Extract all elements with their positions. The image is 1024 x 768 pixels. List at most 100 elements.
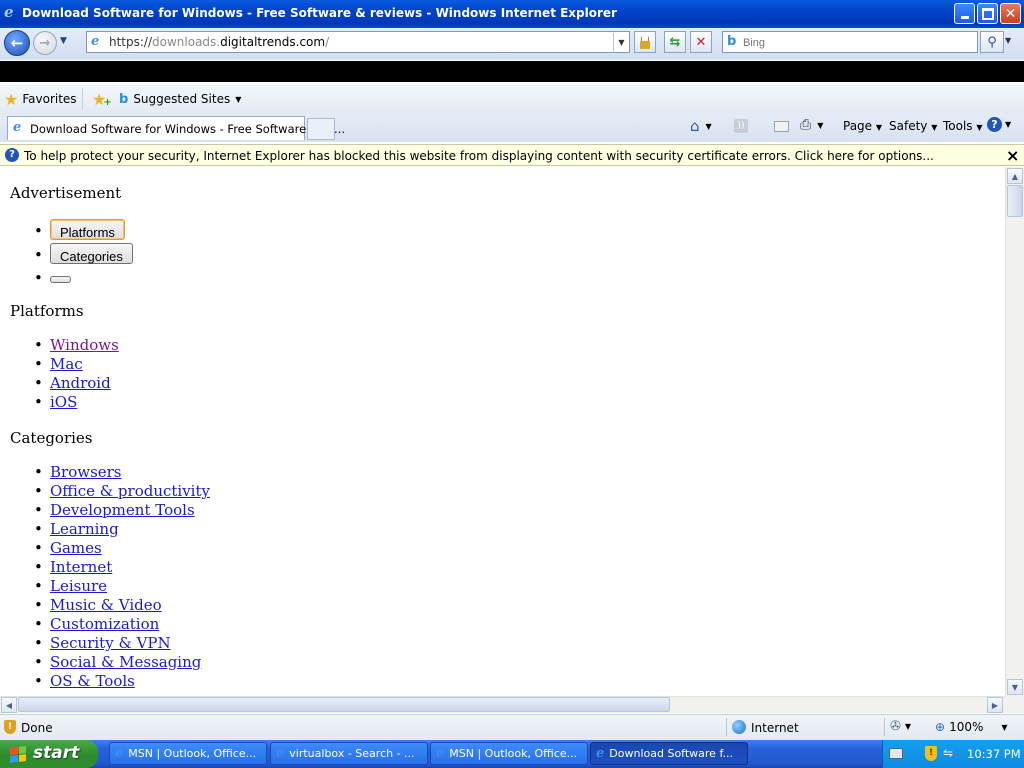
- address-dropdown-button[interactable]: ▼: [613, 33, 629, 51]
- suggested-sites-button[interactable]: b Suggested Sites ▼: [119, 89, 241, 109]
- lock-icon: [640, 41, 650, 49]
- status-bar: ! Done Internet ✇ ▼ ⊕ 100% ▼: [0, 714, 1024, 740]
- chevron-down-icon: ▼: [60, 36, 67, 46]
- close-window-button[interactable]: ✕: [1000, 3, 1021, 24]
- tab-page-icon: e: [13, 120, 22, 135]
- taskbar-item[interactable]: e virtualbox - Search - ...: [270, 742, 428, 765]
- network-icon[interactable]: ⇋: [943, 746, 953, 760]
- category-link-social-messaging[interactable]: Social & Messaging: [50, 653, 201, 671]
- help-button[interactable]: ? ▼: [987, 117, 1011, 132]
- start-button[interactable]: start: [0, 740, 98, 768]
- add-to-favorites-button[interactable]: ★ +: [92, 89, 112, 109]
- category-link-customization[interactable]: Customization: [50, 615, 159, 633]
- empty-button[interactable]: [50, 275, 71, 283]
- vertical-scrollbar[interactable]: ▲ ▼: [1005, 167, 1024, 696]
- category-link-office[interactable]: Office & productivity: [50, 482, 210, 500]
- list-item: Development Tools: [10, 501, 210, 520]
- category-link-security-vpn[interactable]: Security & VPN: [50, 634, 171, 652]
- list-item: Office & productivity: [10, 482, 210, 501]
- safety-menu[interactable]: Safety ▼: [889, 119, 937, 133]
- taskbar-item[interactable]: e MSN | Outlook, Office...: [430, 742, 588, 765]
- restore-button[interactable]: [977, 3, 998, 24]
- favorites-bar: ★ Favorites ★ + b Suggested Sites ▼: [0, 84, 1024, 114]
- search-options-dropdown[interactable]: ▼: [1005, 36, 1019, 48]
- scroll-left-button[interactable]: ◀: [1, 697, 17, 713]
- new-tab-button[interactable]: [307, 118, 335, 140]
- title-bar[interactable]: e Download Software for Windows - Free S…: [0, 0, 1024, 28]
- horizontal-scroll-thumb[interactable]: [18, 697, 670, 712]
- refresh-button[interactable]: ⇆: [664, 31, 686, 53]
- platform-link-android[interactable]: Android: [50, 374, 111, 392]
- chevron-down-icon: ▼: [976, 123, 983, 132]
- chevron-down-icon: ▼: [904, 722, 912, 731]
- search-box[interactable]: b: [722, 31, 978, 53]
- platforms-button[interactable]: Platforms: [50, 219, 125, 240]
- category-link-os-tools[interactable]: OS & Tools: [50, 672, 135, 690]
- print-button[interactable]: ⎙ ▼: [800, 117, 823, 133]
- scroll-right-button[interactable]: ▶: [987, 697, 1003, 713]
- windows-logo-icon: [10, 746, 26, 763]
- status-divider: [884, 718, 885, 736]
- list-item: Mac: [10, 355, 119, 374]
- page-menu[interactable]: Page ▼: [843, 119, 882, 133]
- favorites-button[interactable]: ★ Favorites: [4, 89, 77, 109]
- horizontal-scrollbar[interactable]: ◀ ▶: [0, 696, 1005, 713]
- feeds-button[interactable]: )): [734, 119, 748, 133]
- scroll-up-button[interactable]: ▲: [1007, 168, 1023, 184]
- vertical-scroll-thumb[interactable]: [1007, 185, 1023, 217]
- back-arrow-icon: ←: [10, 34, 24, 52]
- categories-button[interactable]: Categories: [50, 243, 133, 264]
- search-button[interactable]: ⚲: [980, 31, 1004, 53]
- home-button[interactable]: ⌂ ▼: [690, 117, 712, 135]
- back-button[interactable]: ←: [4, 30, 30, 56]
- url-protocol: https://: [109, 35, 153, 49]
- address-bar[interactable]: e https://downloads.digitaltrends.com/ ▼: [86, 31, 630, 53]
- certificate-error-button[interactable]: [634, 31, 656, 53]
- security-info-bar[interactable]: ? To help protect your security, Interne…: [0, 144, 1024, 166]
- stop-button[interactable]: ✕: [690, 31, 712, 53]
- clock[interactable]: 10:37 PM: [967, 747, 1021, 761]
- zoom-button[interactable]: ⊕ 100% ▼: [935, 720, 1008, 734]
- read-mail-button[interactable]: [774, 121, 789, 132]
- status-divider: [726, 718, 727, 736]
- info-bar-close-button[interactable]: ×: [1006, 146, 1019, 165]
- forward-button[interactable]: →: [33, 31, 57, 55]
- protected-mode-button[interactable]: ✇ ▼: [890, 719, 911, 734]
- list-item: Security & VPN: [10, 634, 210, 653]
- category-link-internet[interactable]: Internet: [50, 558, 112, 576]
- category-link-leisure[interactable]: Leisure: [50, 577, 107, 595]
- search-input[interactable]: [741, 33, 975, 52]
- ie-icon: e: [596, 746, 605, 761]
- arrow-up-icon: ▲: [1011, 171, 1019, 181]
- favorites-separator: [82, 88, 83, 110]
- chevron-down-icon: ▼: [1001, 722, 1008, 732]
- info-bar-message[interactable]: To help protect your security, Internet …: [24, 149, 934, 163]
- platform-link-ios[interactable]: iOS: [50, 393, 77, 411]
- tools-menu-label: Tools: [943, 119, 973, 133]
- category-link-development[interactable]: Development Tools: [50, 501, 195, 519]
- ie-icon: e: [436, 746, 445, 761]
- minimize-button[interactable]: [954, 3, 975, 24]
- category-link-learning[interactable]: Learning: [50, 520, 119, 538]
- security-shield-icon[interactable]: !: [925, 746, 937, 761]
- category-link-music-video[interactable]: Music & Video: [50, 596, 162, 614]
- scroll-down-button[interactable]: ▼: [1007, 679, 1023, 695]
- shield-info-icon: ?: [5, 148, 19, 162]
- forward-arrow-icon: →: [39, 35, 51, 51]
- nav-button-list: Platforms Categories: [10, 219, 133, 289]
- tab-active[interactable]: e Download Software for Windows - Free S…: [7, 116, 345, 140]
- recent-pages-dropdown[interactable]: ▼: [60, 36, 72, 48]
- taskbar-item-active[interactable]: e Download Software f...: [590, 742, 748, 765]
- toolbar-strip: [0, 61, 1024, 82]
- list-item: Learning: [10, 520, 210, 539]
- keyboard-icon[interactable]: [889, 748, 903, 759]
- category-link-games[interactable]: Games: [50, 539, 102, 557]
- plus-icon: +: [103, 96, 112, 108]
- url-subdomain: downloads.: [152, 35, 221, 49]
- address-url[interactable]: https://downloads.digitaltrends.com/: [109, 35, 329, 49]
- category-link-browsers[interactable]: Browsers: [50, 463, 122, 481]
- platform-link-windows[interactable]: Windows: [50, 336, 119, 354]
- tools-menu[interactable]: Tools ▼: [943, 119, 983, 133]
- taskbar-item[interactable]: e MSN | Outlook, Office...: [109, 742, 267, 765]
- platform-link-mac[interactable]: Mac: [50, 355, 83, 373]
